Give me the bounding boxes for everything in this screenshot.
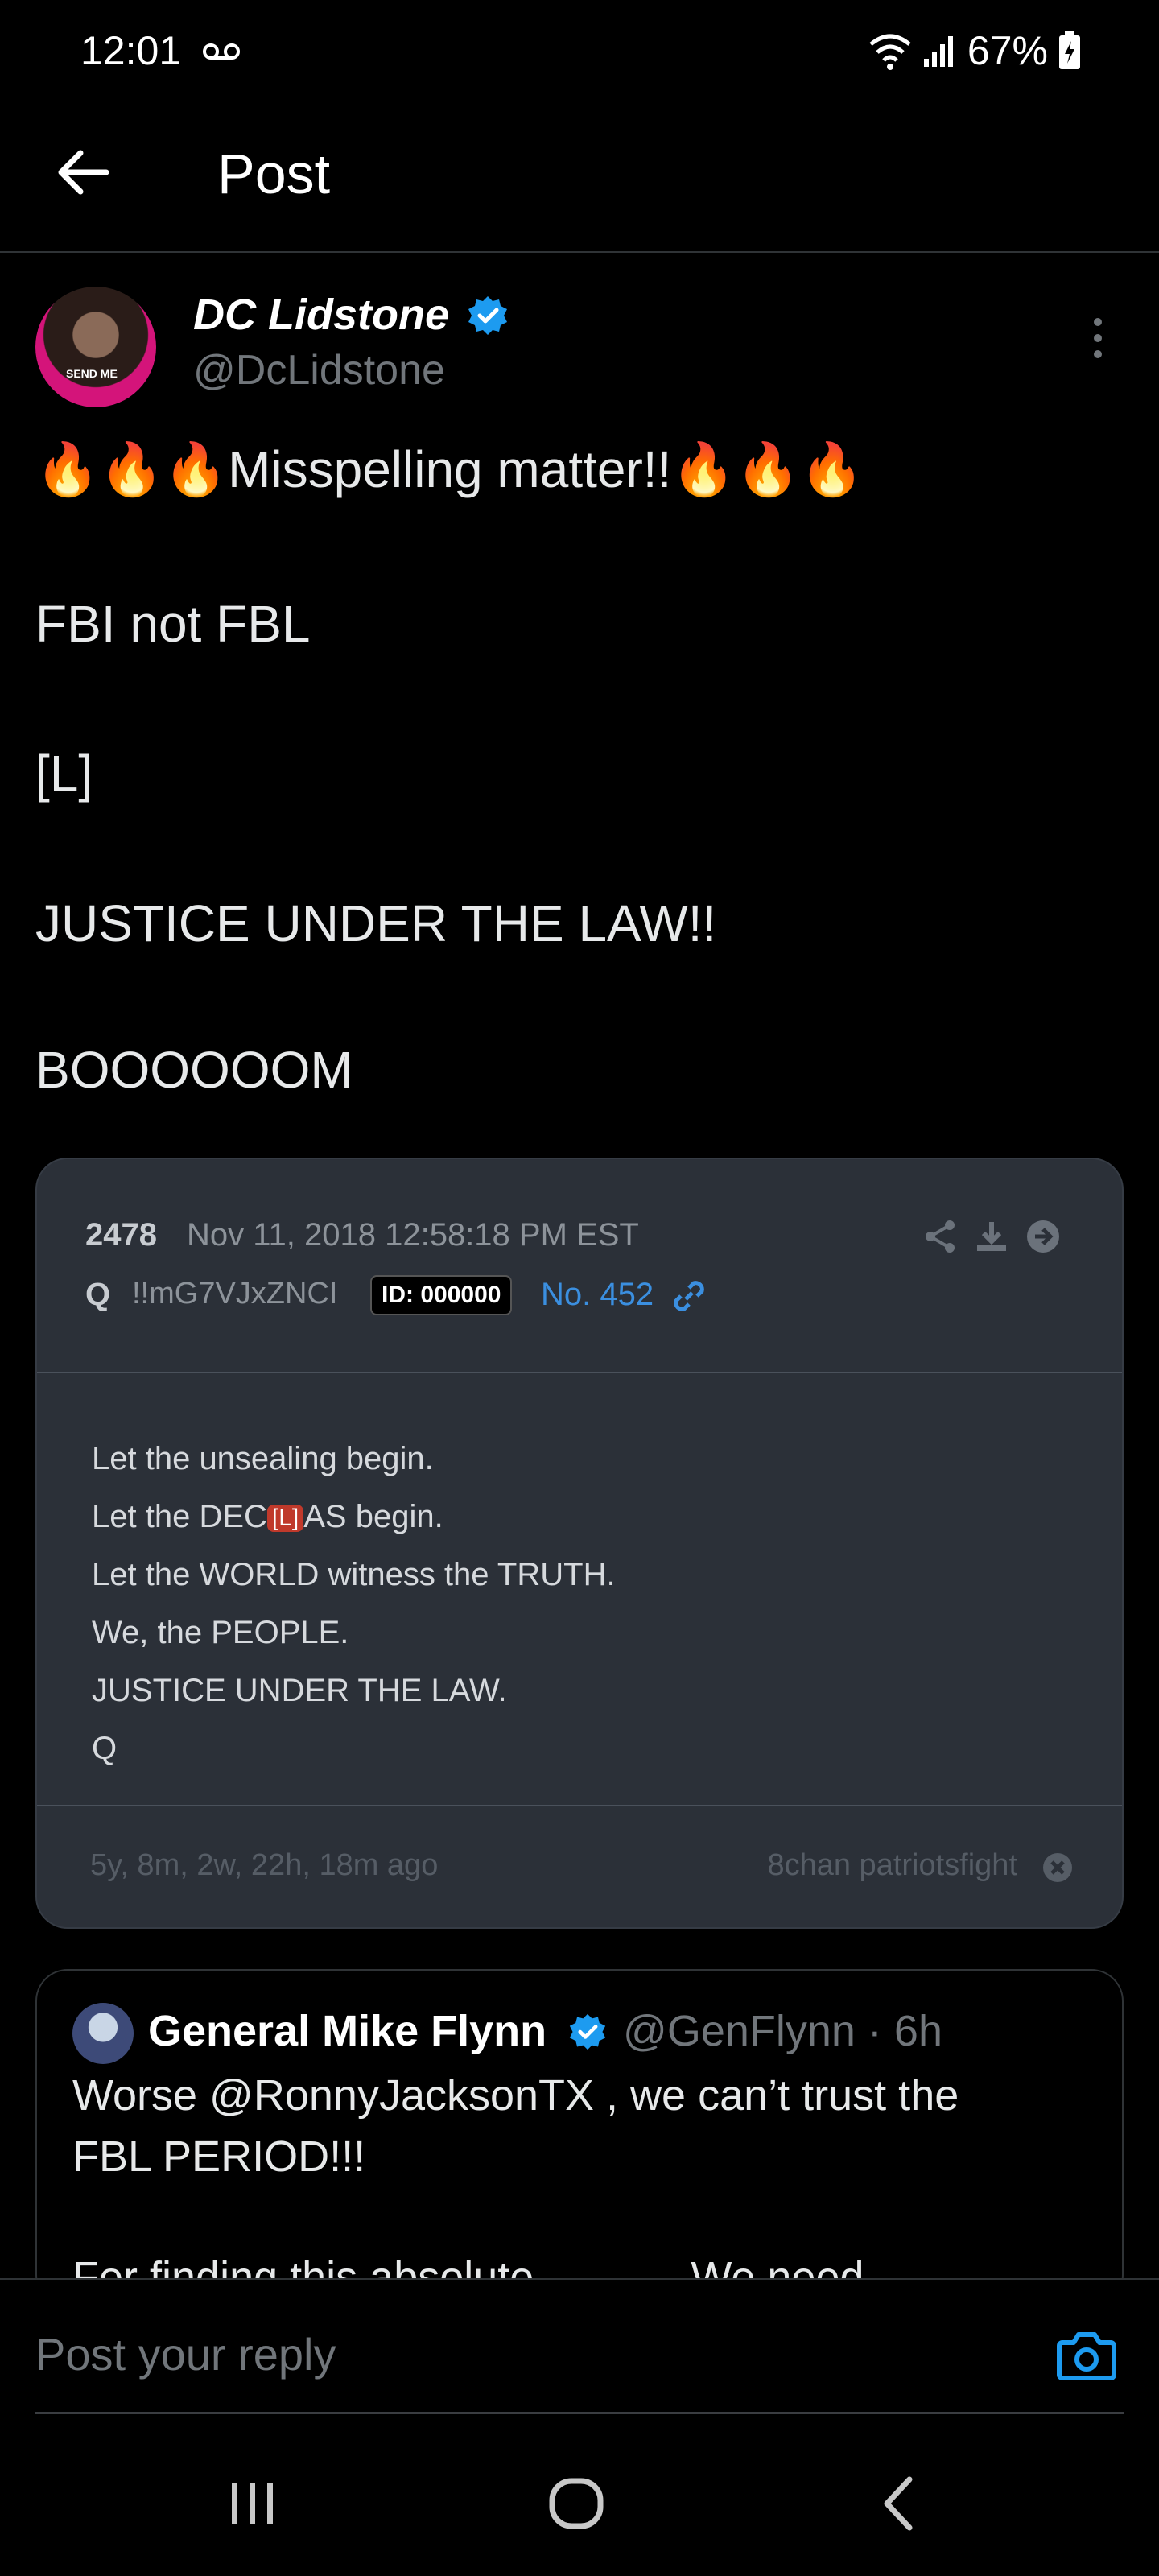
signal-icon xyxy=(923,36,953,67)
fire-emoji-left: 🔥🔥🔥 xyxy=(35,440,229,500)
share-icon xyxy=(926,1220,955,1253)
qcard-id-badge: ID: 000000 xyxy=(370,1275,513,1315)
reply-input[interactable]: Post your reply xyxy=(35,2328,336,2380)
post-line-2: FBI not FBL xyxy=(35,595,311,653)
qcard-body-line-2: Let the DEC [L] AS begin. xyxy=(92,1499,443,1535)
post-line-4: JUSTICE UNDER THE LAW!! xyxy=(35,894,717,952)
fire-emoji-right: 🔥🔥🔥 xyxy=(671,440,864,500)
back-arrow-icon[interactable] xyxy=(55,143,113,201)
qcard-body-line-3: Let the WORLD witness the TRUTH. xyxy=(92,1557,616,1592)
more-options-icon[interactable] xyxy=(1087,314,1109,362)
arrow-circle-icon xyxy=(1027,1220,1059,1253)
qcard-l-badge: [L] xyxy=(266,1505,304,1533)
close-circle-icon xyxy=(1043,1853,1072,1882)
qcard-name: Q xyxy=(85,1277,111,1312)
reply-bar: Post your reply xyxy=(0,2278,1159,2415)
qcard-date: Nov 11, 2018 12:58:18 PM EST xyxy=(187,1217,639,1253)
system-nav-bar xyxy=(0,2415,1159,2576)
battery-charging-icon xyxy=(1059,31,1080,69)
top-app-bar: Post xyxy=(0,105,1159,253)
qcard-time-ago: 5y, 8m, 2w, 22h, 18m ago xyxy=(90,1848,439,1882)
download-icon xyxy=(977,1222,1006,1251)
recent-apps-icon[interactable] xyxy=(221,2471,285,2536)
verified-badge-icon xyxy=(569,2013,606,2050)
qcard-board: 8chan patriotsfight xyxy=(767,1848,1017,1882)
post-line-3: [L] xyxy=(35,745,93,803)
quoted-handle-time: @GenFlynn · 6h xyxy=(623,2007,942,2055)
voicemail-icon xyxy=(203,43,240,60)
author-handle[interactable]: @DcLidstone xyxy=(193,346,445,394)
author-name[interactable]: DC Lidstone xyxy=(193,290,449,340)
quoted-text-line-1: Worse @RonnyJacksonTX , we can’t trust t… xyxy=(72,2071,959,2120)
quoted-text-line-2: FBL PERIOD!!! xyxy=(72,2132,366,2181)
home-icon[interactable] xyxy=(544,2471,608,2536)
qcard-body-line-4: We, the PEOPLE. xyxy=(92,1615,349,1650)
avatar-badge-text: SEND ME xyxy=(66,367,118,380)
qcard-header: 2478 Nov 11, 2018 12:58:18 PM EST Q !!mG… xyxy=(37,1159,1122,1373)
verified-badge-icon xyxy=(468,296,507,335)
quoted-post[interactable]: General Mike Flynn @GenFlynn · 6h Worse … xyxy=(35,1969,1124,2307)
wifi-icon xyxy=(869,34,911,70)
qcard-body-line-5: JUSTICE UNDER THE LAW. xyxy=(92,1673,507,1708)
qcard-body-line-6: Q xyxy=(92,1731,118,1766)
quoted-author-avatar xyxy=(72,2003,134,2064)
post-line-1-text: Misspelling matter!! xyxy=(228,440,672,498)
page-title: Post xyxy=(217,142,331,205)
qcard-footer: 5y, 8m, 2w, 22h, 18m ago 8chan patriotsf… xyxy=(37,1805,1122,1927)
post-line-5: BOOOOOOM xyxy=(35,1041,353,1099)
link-icon xyxy=(674,1281,704,1311)
quoted-author-name: General Mike Flynn xyxy=(148,2007,547,2055)
reply-underline xyxy=(35,2412,1124,2414)
author-avatar[interactable]: SEND ME xyxy=(35,287,156,407)
qcard-tripcode: !!mG7VJxZNCI xyxy=(132,1277,338,1311)
attached-image-card[interactable]: 2478 Nov 11, 2018 12:58:18 PM EST Q !!mG… xyxy=(35,1158,1124,1929)
camera-icon[interactable] xyxy=(1056,2325,1117,2386)
battery-percent: 67% xyxy=(967,28,1048,73)
qcard-number: 2478 xyxy=(85,1217,157,1253)
status-bar: 12:01 67% xyxy=(0,0,1159,105)
qcard-body-line-2b: AS begin. xyxy=(303,1499,443,1534)
back-nav-icon[interactable] xyxy=(868,2471,932,2536)
qcard-post-number: No. 452 xyxy=(541,1277,654,1312)
qcard-body-line-1: Let the unsealing begin. xyxy=(92,1441,434,1476)
qcard-body-line-2a: Let the DEC xyxy=(92,1499,267,1534)
status-time: 12:01 xyxy=(80,28,182,73)
post-line-1: 🔥🔥🔥Misspelling matter!!🔥🔥🔥 xyxy=(35,440,864,500)
